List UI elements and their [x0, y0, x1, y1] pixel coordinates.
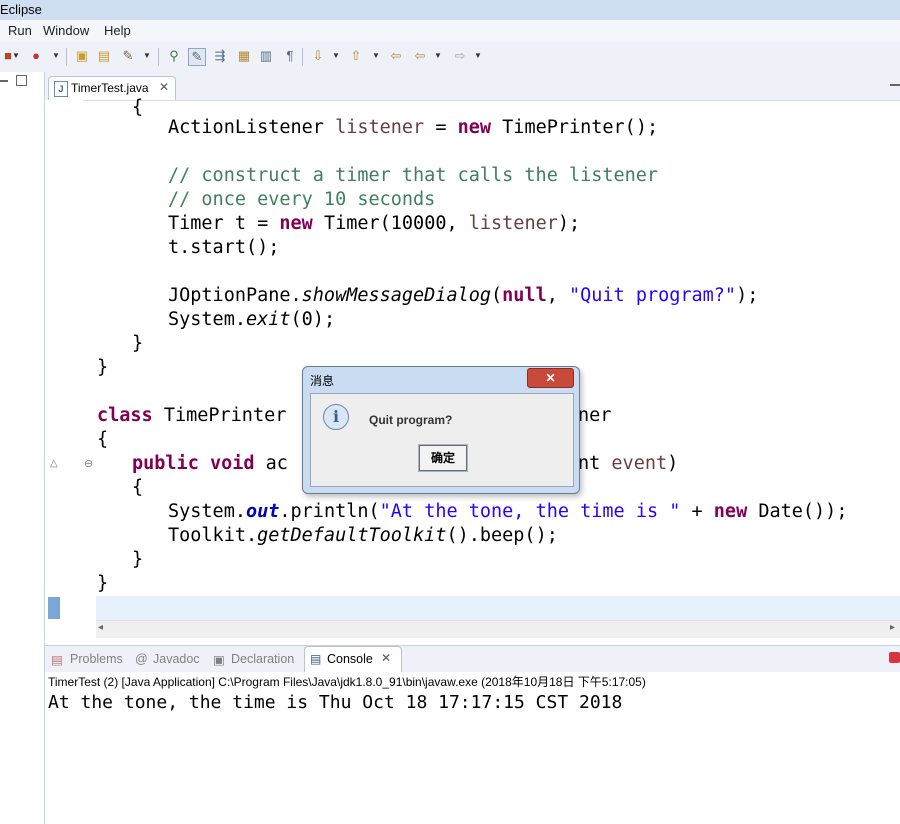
scroll-right-icon[interactable]: ▸ — [890, 622, 895, 633]
left-view-strip — [0, 72, 45, 824]
search-icon[interactable]: ⚲ — [166, 48, 182, 64]
code-line: public void ac — [132, 453, 288, 474]
toggle-block-selection-icon[interactable]: ⇶ — [212, 48, 228, 64]
code-line: JOptionPane.showMessageDialog(null, "Qui… — [168, 285, 759, 306]
dialog-body: i Quit program? 确定 — [310, 393, 574, 487]
code-line: System.out.println("At the tone, the tim… — [168, 501, 848, 522]
task-dropdown-icon[interactable]: ▼ — [143, 48, 151, 64]
show-whitespace-icon[interactable]: ▥ — [258, 48, 274, 64]
code-line: { — [132, 477, 144, 498]
code-line: Toolkit.getDefaultToolkit().beep(); — [168, 525, 558, 546]
editor-horizontal-scrollbar[interactable]: ◂ ▸ — [96, 620, 900, 638]
menu-bar: Run Window Help — [0, 20, 900, 42]
debug-dropdown-icon[interactable]: ▼ — [52, 48, 60, 64]
console-close-icon[interactable]: ✕ — [381, 651, 391, 665]
minimize-icon[interactable] — [0, 80, 8, 82]
console-output: At the tone, the time is Thu Oct 18 17:1… — [48, 692, 623, 713]
fold-toggle-icon[interactable]: ⊖ — [84, 457, 93, 470]
code-line-fragment: ner — [578, 405, 612, 426]
last-edit-location-icon[interactable]: ⇦ — [388, 48, 404, 64]
code-line: } — [97, 357, 109, 378]
dialog-close-button[interactable]: ✕ — [527, 368, 574, 388]
console-process-info: TimerTest (2) [Java Application] C:\Prog… — [48, 675, 646, 689]
pilcrow-icon[interactable]: ¶ — [282, 48, 298, 64]
open-task-icon[interactable]: ✎ — [120, 48, 136, 64]
tab-console[interactable]: ▤ Console ✕ — [304, 646, 402, 672]
menu-window[interactable]: Window — [43, 23, 89, 38]
current-line-highlight — [96, 596, 900, 620]
problems-icon: ▤ — [51, 653, 63, 667]
toolbar-separator — [66, 48, 67, 66]
code-line-fragment: nt event) — [578, 453, 679, 474]
toggle-mark-occurrences-icon[interactable]: ✎ — [188, 48, 206, 66]
tab-problems[interactable]: Problems — [70, 652, 123, 666]
dialog-message: Quit program? — [369, 413, 453, 427]
window-title: Eclipse — [0, 2, 42, 17]
code-line: ActionListener listener = new TimePrinte… — [168, 117, 659, 138]
open-folder-icon[interactable]: ▤ — [96, 48, 112, 64]
javadoc-icon: @ — [135, 652, 148, 666]
bottom-panel-tab-bar: ▤ Problems @ Javadoc ▣ Declaration — [45, 645, 900, 672]
console-tab-label: Console — [327, 652, 373, 666]
editor-minimize-icon[interactable] — [890, 84, 900, 86]
run-dropdown-icon[interactable]: ▼ — [12, 48, 20, 64]
override-marker-icon: △ — [50, 458, 58, 469]
next-annotation-dropdown-icon[interactable]: ▼ — [332, 48, 340, 64]
toolbar: ■ ▼ ● ▼ ▣ ▤ ✎ ▼ ⚲ ✎ ⇶ ▦ ▥ ¶ ⇩ ▼ ⇧ ▼ ⇦ ⇦ … — [0, 42, 900, 73]
toolbar-separator — [158, 48, 159, 66]
code-line: { — [97, 429, 109, 450]
back-icon[interactable]: ⇦ — [412, 48, 428, 64]
new-package-icon[interactable]: ▣ — [74, 48, 90, 64]
code-line: Timer t = new Timer(10000, listener); — [168, 213, 581, 234]
terminate-icon[interactable] — [889, 652, 900, 663]
debug-icon[interactable]: ● — [28, 48, 44, 64]
ok-button[interactable]: 确定 — [418, 444, 468, 472]
maximize-icon[interactable] — [16, 75, 27, 86]
editor-ruler — [45, 100, 83, 620]
information-icon: i — [323, 404, 349, 430]
forward-icon[interactable]: ⇨ — [452, 48, 468, 64]
cursor-line-marker — [48, 597, 60, 619]
code-line: class TimePrinter — [97, 405, 287, 426]
message-dialog: 消息 ✕ i Quit program? 确定 — [302, 366, 580, 494]
forward-dropdown-icon[interactable]: ▼ — [474, 48, 482, 64]
code-comment: // once every 10 seconds — [168, 189, 436, 210]
window-title-bar: Eclipse — [0, 0, 900, 20]
code-line: { — [132, 97, 144, 118]
code-line: } — [132, 549, 144, 570]
code-line: } — [132, 333, 144, 354]
tab-label: TimerTest.java — [71, 81, 149, 95]
tab-javadoc[interactable]: Javadoc — [153, 652, 200, 666]
code-comment: // construct a timer that calls the list… — [168, 165, 659, 186]
java-file-icon: J — [54, 81, 68, 97]
declaration-icon: ▣ — [213, 653, 225, 667]
code-line: t.start(); — [168, 237, 280, 258]
dialog-title: 消息 — [310, 374, 335, 388]
scroll-left-icon[interactable]: ◂ — [98, 622, 103, 633]
tab-declaration[interactable]: Declaration — [231, 652, 294, 666]
previous-annotation-icon[interactable]: ⇧ — [348, 48, 364, 64]
menu-run[interactable]: Run — [8, 23, 32, 38]
previous-annotation-dropdown-icon[interactable]: ▼ — [372, 48, 380, 64]
menu-help[interactable]: Help — [104, 23, 131, 38]
tab-timertest-java[interactable]: J TimerTest.java ✕ — [48, 76, 176, 101]
tab-close-icon[interactable]: ✕ — [159, 80, 169, 94]
next-annotation-icon[interactable]: ⇩ — [310, 48, 326, 64]
back-dropdown-icon[interactable]: ▼ — [434, 48, 442, 64]
word-wrap-icon[interactable]: ▦ — [236, 48, 252, 64]
toolbar-separator — [302, 48, 303, 66]
code-line: } — [97, 573, 109, 594]
code-line: System.exit(0); — [168, 309, 336, 330]
console-icon: ▤ — [310, 652, 322, 666]
